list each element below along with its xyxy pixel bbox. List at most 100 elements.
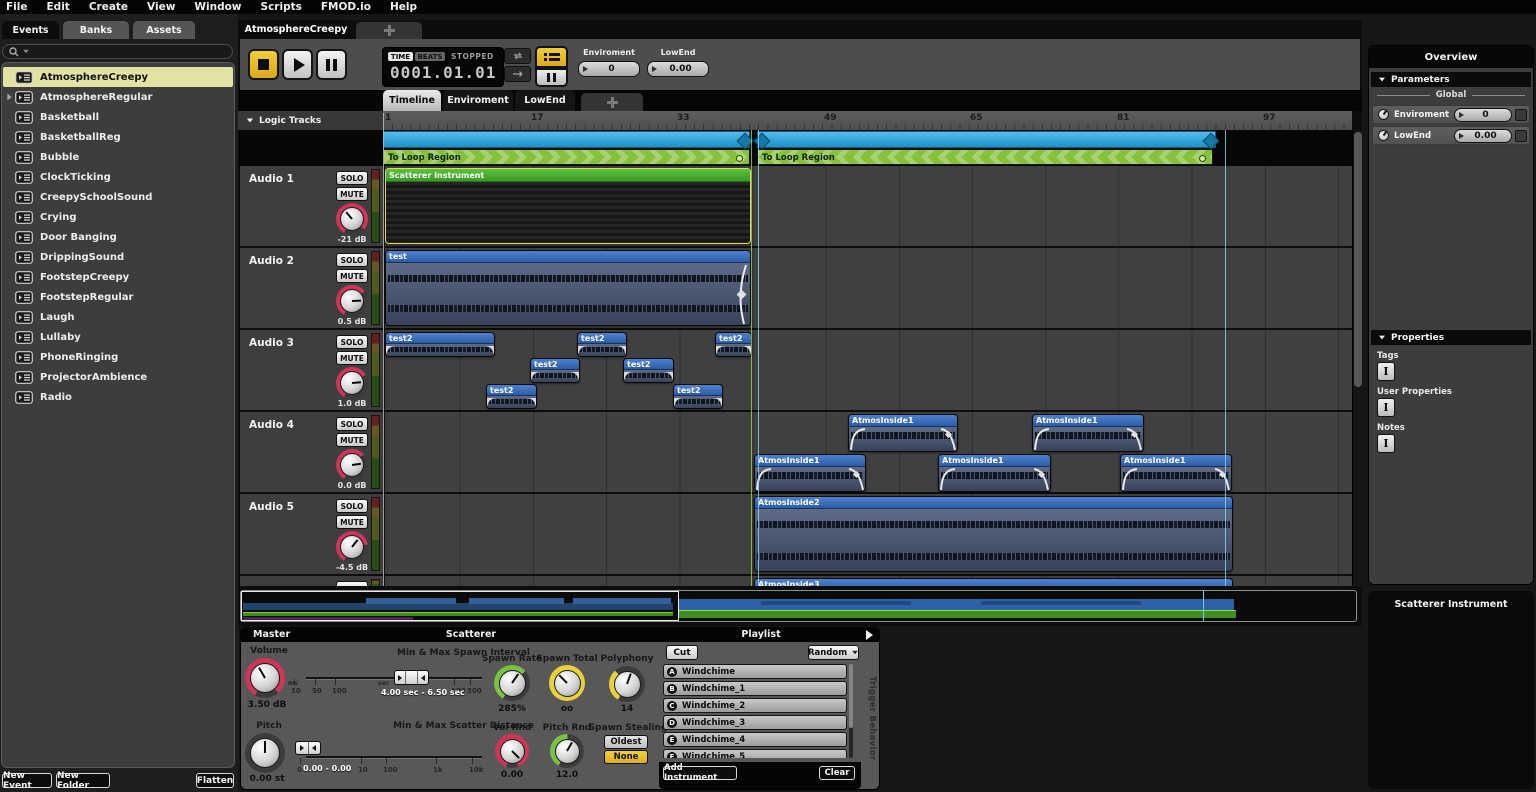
fade-out-curve[interactable]	[1033, 467, 1049, 491]
event-list-item[interactable]: FootstepCreepy	[3, 267, 233, 287]
pitch-rnd-knob[interactable]	[550, 734, 584, 768]
polyphony-knob[interactable]	[609, 666, 645, 702]
loop-playback-button[interactable]	[504, 48, 531, 64]
fade-in-curve[interactable]	[1122, 467, 1138, 491]
track-lane[interactable]: test2 test2	[385, 330, 1354, 410]
fade-out-curve[interactable]	[848, 467, 864, 491]
beats-mode-badge[interactable]: BEATS	[415, 52, 445, 61]
vol-rnd-knob[interactable]	[495, 734, 529, 768]
add-parameter-tab-button[interactable]	[581, 93, 643, 111]
fade-out-curve[interactable]	[1214, 467, 1230, 491]
search-input[interactable]	[2, 44, 233, 59]
pause-button[interactable]	[316, 49, 347, 80]
tab-events[interactable]: Events	[2, 21, 59, 39]
stop-button[interactable]	[248, 49, 279, 80]
event-list-item[interactable]: Laugh	[3, 307, 233, 327]
solo-button[interactable]: SOLO	[336, 171, 368, 185]
playlist-scrollbar[interactable]	[849, 664, 853, 758]
playlist-item[interactable]: C Windchime_2	[663, 698, 847, 713]
audio-clip-test2[interactable]: test2	[530, 358, 580, 383]
parameter-value-field[interactable]: 0	[1454, 108, 1512, 122]
fade-in-curve[interactable]	[1034, 427, 1050, 451]
master-pitch-knob[interactable]	[245, 733, 285, 773]
play-button[interactable]	[282, 49, 313, 80]
track-lane[interactable]: AtmosInside1 AtmosInside1	[385, 412, 1354, 492]
scatterer-instrument-clip[interactable]: Scatterer Instrument	[385, 168, 751, 244]
loop-region-handle-icon[interactable]	[737, 133, 754, 150]
event-list-item[interactable]: AtmosphereRegular	[3, 87, 233, 107]
expand-arrow-icon[interactable]	[3, 93, 15, 101]
new-event-button[interactable]: New Event	[2, 773, 52, 788]
clear-button[interactable]: Clear	[819, 766, 855, 780]
spawn-total-knob[interactable]	[549, 665, 585, 701]
tab-lowend[interactable]: LowEnd	[515, 90, 575, 111]
event-list-item[interactable]: PhoneRinging	[3, 347, 233, 367]
audio-clip-test2[interactable]: test2	[623, 358, 674, 383]
loop-region-handle-icon[interactable]	[754, 133, 771, 150]
trigger-behavior-tab[interactable]: Trigger Behavior	[867, 676, 877, 772]
fade-out-curve[interactable]	[721, 264, 749, 326]
playlist-mode-dropdown[interactable]: Random	[808, 645, 859, 660]
new-folder-button[interactable]: New Folder	[56, 773, 110, 788]
audio-clip-test[interactable]: test	[385, 250, 751, 326]
menu-item[interactable]: FMOD.io	[321, 1, 371, 13]
track-volume-knob[interactable]	[336, 367, 368, 399]
menu-item[interactable]: Window	[194, 1, 241, 13]
playlist-item[interactable]: D Windchime_3	[663, 715, 847, 730]
track-lane[interactable]: test	[385, 248, 1354, 328]
tab-timeline[interactable]: Timeline	[383, 90, 441, 111]
loop-region-bar[interactable]	[757, 131, 1216, 148]
loop-region-bar[interactable]	[383, 131, 750, 148]
fade-in-curve[interactable]	[940, 467, 956, 491]
fade-out-curve[interactable]	[940, 427, 956, 451]
track-volume-knob[interactable]	[336, 449, 368, 481]
solo-button[interactable]	[336, 581, 368, 586]
audio-clip-atmosinside1[interactable]: AtmosInside1	[938, 454, 1051, 492]
menu-item[interactable]: Help	[390, 1, 417, 13]
minimap-viewport[interactable]	[241, 591, 679, 621]
edit-text-button[interactable]: I	[1377, 398, 1395, 417]
tab-banks[interactable]: Banks	[63, 21, 129, 39]
parameter-value-field[interactable]: 0.00	[1454, 129, 1512, 143]
vertical-scrollbar[interactable]	[1352, 130, 1362, 586]
fade-in-curve[interactable]	[756, 467, 772, 491]
event-list-item[interactable]: ProjectorAmbience	[3, 367, 233, 387]
master-volume-knob[interactable]	[245, 658, 285, 698]
parameter-checkbox[interactable]	[1515, 130, 1527, 142]
solo-button[interactable]: SOLO	[336, 417, 368, 431]
scatter-distance-handle[interactable]	[295, 741, 321, 755]
deck-expand-arrow-icon[interactable]	[866, 630, 873, 640]
parameter-checkbox[interactable]	[1515, 109, 1527, 121]
track-volume-knob[interactable]	[336, 285, 368, 317]
event-list-item[interactable]: ClockTicking	[3, 167, 233, 187]
playlist-item[interactable]: F Windchime_5	[663, 749, 847, 758]
edit-text-button[interactable]: I	[1377, 434, 1395, 453]
spawn-rate-knob[interactable]	[494, 665, 530, 701]
scrollbar-thumb[interactable]	[1354, 132, 1362, 387]
transition-region-to-loop[interactable]: To Loop Region	[383, 149, 750, 165]
audio-clip-atmosinside3[interactable]: AtmosInside3	[754, 578, 1233, 586]
track-volume-knob[interactable]	[336, 203, 368, 235]
follow-cursor-button[interactable]	[504, 66, 531, 82]
parameter-value-field[interactable]: 0	[578, 61, 640, 77]
track-volume-knob[interactable]	[336, 531, 368, 563]
mute-button[interactable]: MUTE	[336, 187, 368, 201]
event-list-item[interactable]: Door Banging	[3, 227, 233, 247]
audio-clip-test2[interactable]: test2	[673, 384, 723, 409]
track-lane[interactable]: AtmosInside2	[385, 494, 1354, 574]
spawn-stealing-none-button[interactable]: None	[604, 750, 648, 764]
playlist-item[interactable]: B Windchime_1	[663, 681, 847, 696]
fade-in-curve[interactable]	[850, 427, 866, 451]
audio-clip-atmosinside1[interactable]: AtmosInside1	[1120, 454, 1232, 492]
menu-item[interactable]: File	[6, 1, 28, 13]
mute-button[interactable]: MUTE	[336, 269, 368, 283]
search-filter-caret-icon[interactable]	[23, 50, 29, 54]
event-tab-atmospherecreepy[interactable]: AtmosphereCreepy	[240, 20, 352, 39]
menu-item[interactable]: View	[147, 1, 175, 13]
event-list-item[interactable]: Crying	[3, 207, 233, 227]
track-lane[interactable]: AtmosInside3	[385, 576, 1354, 586]
solo-button[interactable]: SOLO	[336, 253, 368, 267]
menu-item[interactable]: Create	[89, 1, 128, 13]
add-event-tab-button[interactable]	[356, 22, 422, 39]
flatten-button[interactable]: Flatten	[196, 773, 234, 788]
